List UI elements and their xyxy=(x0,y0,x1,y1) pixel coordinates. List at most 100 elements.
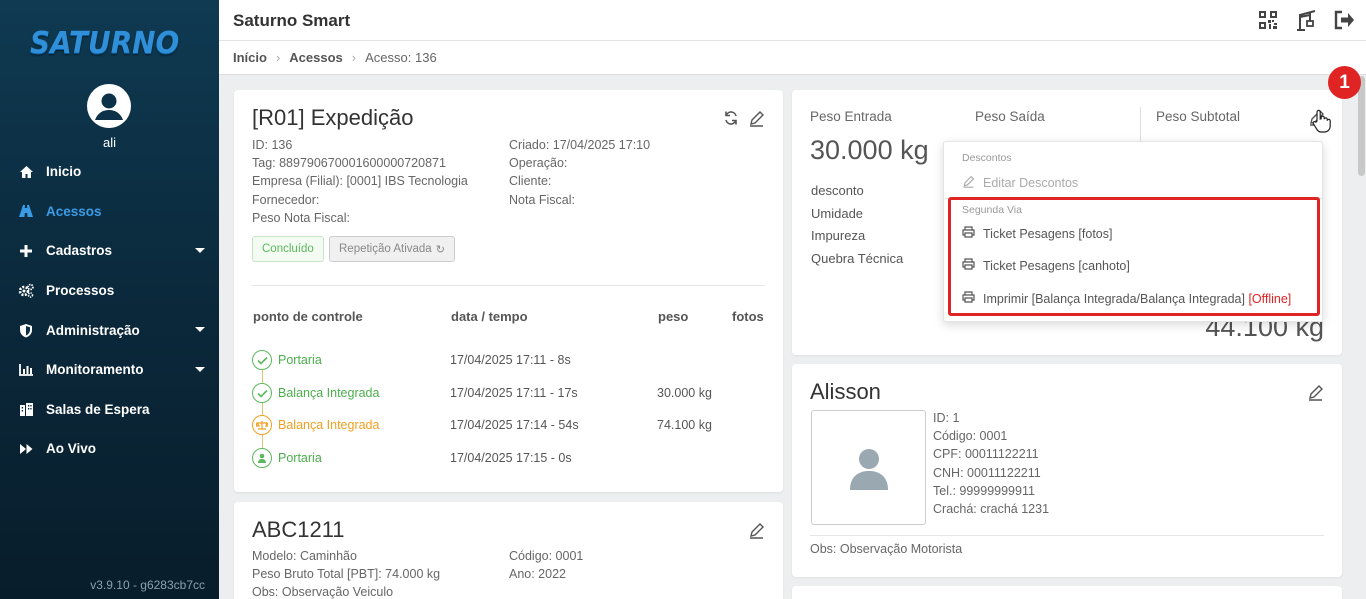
vehicle-plate: ABC1211 xyxy=(252,517,345,542)
app-title: Saturno Smart xyxy=(233,11,351,30)
weight-subtotal-label: Peso Subtotal xyxy=(1156,109,1241,124)
breadcrumb-home[interactable]: Início xyxy=(233,50,267,65)
refresh-icon: ↻ xyxy=(435,243,445,256)
impurity-row: Impureza xyxy=(811,228,866,244)
chevron-down-icon xyxy=(195,327,205,333)
edit-icon[interactable] xyxy=(746,520,766,540)
access-title: [R01] Expedição xyxy=(252,105,414,130)
col-header-control-point: ponto de controle xyxy=(253,309,363,324)
refresh-icon[interactable] xyxy=(721,108,741,128)
driver-obs: Obs: Observação Motorista xyxy=(810,542,963,556)
driver-badge: Crachá: crachá 1231 xyxy=(933,502,1050,517)
driver-code: Código: 0001 xyxy=(933,429,1008,444)
breadcrumb-current: Acesso: 136 xyxy=(365,50,437,65)
vehicle-meta-left: Modelo: Caminhão Peso Bruto Total [PBT]:… xyxy=(252,547,440,599)
sidebar-item-monitoramento[interactable]: Monitoramento xyxy=(0,350,219,390)
table-row-point: Balança Integrada xyxy=(278,386,380,400)
chevron-down-icon xyxy=(195,248,205,254)
table-row-weight: 74.100 kg xyxy=(657,418,712,432)
next-card xyxy=(792,586,1342,599)
check-icon xyxy=(252,350,272,370)
fast-forward-icon xyxy=(18,441,34,457)
col-header-photos: fotos xyxy=(732,309,764,324)
chevron-right-icon: › xyxy=(351,50,357,65)
driver-phone: Tel.: 99999999911 xyxy=(933,483,1035,498)
timeline-line xyxy=(262,370,263,450)
access-id: ID: 136 xyxy=(252,138,293,152)
table-row-point: Balança Integrada xyxy=(278,418,380,432)
sidebar-item-administracao[interactable]: Administração xyxy=(0,310,219,350)
edit-icon xyxy=(962,175,975,191)
sidebar: SATURNO ali Inicio Acessos Cadastros Pro… xyxy=(0,0,219,599)
cursor-hand-icon xyxy=(1311,109,1331,136)
repeat-badge-label: Repetição Ativada xyxy=(339,243,432,255)
sidebar-item-label: Cadastros xyxy=(46,243,113,259)
dropdown-header-discounts: Descontos xyxy=(962,152,1012,164)
table-row-point: Portaria xyxy=(278,353,322,367)
sidebar-item-ao-vivo[interactable]: Ao Vivo xyxy=(0,429,219,469)
driver-name: Alisson xyxy=(810,379,881,404)
scrollbar[interactable] xyxy=(1357,76,1366,599)
vehicle-code: Código: 0001 xyxy=(509,549,584,563)
edit-icon[interactable] xyxy=(746,108,766,128)
access-card: [R01] Expedição ID: 136 Tag: 88979067000… xyxy=(234,90,783,492)
edit-discounts-item[interactable]: Editar Descontos xyxy=(962,175,1078,191)
sidebar-item-label: Inicio xyxy=(46,164,82,180)
table-row-weight: 30.000 kg xyxy=(657,386,712,400)
breadcrumb-section[interactable]: Acessos xyxy=(289,50,342,65)
chart-icon xyxy=(18,362,34,378)
driver-photo[interactable] xyxy=(811,410,926,525)
access-client: Cliente: xyxy=(509,174,552,189)
sidebar-item-acessos[interactable]: Acessos xyxy=(0,192,219,232)
user-placeholder-icon xyxy=(849,448,888,490)
sidebar-item-salas-de-espera[interactable]: Salas de Espera xyxy=(0,390,219,430)
scrollbar-thumb[interactable] xyxy=(1358,76,1365,176)
col-header-weight: peso xyxy=(658,309,689,324)
shield-icon xyxy=(18,322,34,338)
status-badge-label: Concluído xyxy=(262,243,314,255)
divider xyxy=(810,535,1324,536)
sidebar-item-label: Monitoramento xyxy=(46,362,144,378)
access-invoice: Nota Fiscal: xyxy=(509,192,575,207)
vehicle-obs: Obs: Observação Veiculo xyxy=(252,585,394,599)
crane-icon[interactable] xyxy=(1294,9,1318,31)
table-row-time: 17/04/2025 17:14 - 54s xyxy=(450,418,579,432)
vehicle-pbt: Peso Bruto Total [PBT]: 74.000 kg xyxy=(252,567,441,582)
technical-loss-row: Quebra Técnica xyxy=(811,250,904,266)
road-icon xyxy=(18,203,34,219)
sidebar-item-inicio[interactable]: Inicio xyxy=(0,152,219,192)
table-row-time: 17/04/2025 17:11 - 17s xyxy=(450,386,578,400)
discount-row: desconto xyxy=(811,183,864,198)
weight-exit-label: Peso Saída xyxy=(975,109,1045,124)
sidebar-item-cadastros[interactable]: Cadastros xyxy=(0,231,219,271)
qrcode-icon[interactable] xyxy=(1256,9,1280,31)
scale-icon xyxy=(252,415,272,435)
driver-id: ID: 1 xyxy=(933,411,960,425)
app-version: v3.9.10 - g6283cb7cc xyxy=(90,578,205,592)
chevron-down-icon xyxy=(195,366,205,372)
driver-cnh: CNH: 00011122211 xyxy=(933,465,1041,480)
saturno-logo[interactable]: SATURNO xyxy=(30,26,179,61)
access-operation: Operação: xyxy=(509,156,568,171)
access-company: Empresa (Filial): [0001] IBS Tecnologia xyxy=(252,174,468,189)
edit-discounts-label: Editar Descontos xyxy=(983,176,1079,190)
sidebar-item-label: Acessos xyxy=(46,203,102,219)
col-header-datetime: data / tempo xyxy=(451,309,528,324)
access-tag: Tag: 889790670001600000720871 xyxy=(252,156,446,171)
weight-entry-label: Peso Entrada xyxy=(810,109,892,124)
vehicle-year: Ano: 2022 xyxy=(509,567,566,582)
sidebar-nav: Inicio Acessos Cadastros Processos Admin… xyxy=(0,152,219,469)
chevron-right-icon: › xyxy=(275,50,281,65)
edit-icon[interactable] xyxy=(1305,382,1325,402)
highlight-box xyxy=(948,197,1320,316)
access-meta-right: Criado: 17/04/2025 17:10 Operação: Clien… xyxy=(509,136,650,209)
vehicle-model: Modelo: Caminhão xyxy=(252,549,357,563)
building-icon xyxy=(18,401,34,417)
logout-icon[interactable] xyxy=(1332,9,1356,31)
access-invoice-weight: Peso Nota Fiscal: xyxy=(252,210,350,225)
sidebar-item-label: Administração xyxy=(46,322,140,338)
user-avatar-icon[interactable] xyxy=(87,84,131,128)
access-meta-left: ID: 136 Tag: 889790670001600000720871 Em… xyxy=(252,136,468,227)
sidebar-item-processos[interactable]: Processos xyxy=(0,271,219,311)
divider xyxy=(1140,107,1141,141)
